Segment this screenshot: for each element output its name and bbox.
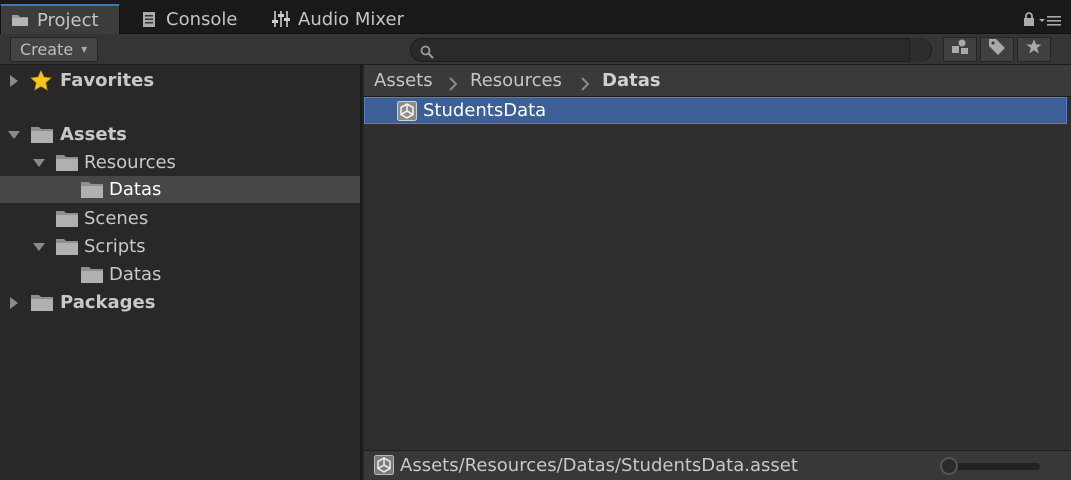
window-tab-bar: Project Console Audio Mixer [0,0,1071,34]
status-bar: Assets/Resources/Datas/StudentsData.asse… [364,450,1071,480]
tree-item-packages[interactable]: Packages [0,290,360,316]
folder-icon [80,180,104,199]
tree-item-label: Resources [84,152,176,173]
breadcrumb: Assets Resources Datas [364,65,1071,97]
expanded-arrow-icon[interactable] [32,156,46,170]
filter-by-label-icon [988,38,1006,61]
tree-item-scripts-datas[interactable]: Datas [0,262,360,288]
tab-label: Project [37,9,99,31]
expanded-arrow-icon[interactable] [32,240,46,254]
console-icon [140,10,158,28]
tree-item-label: Scripts [84,236,146,257]
chevron-right-icon [448,75,458,96]
folder-tree: Favorites Assets Resources Datas Scenes [0,65,362,480]
folder-icon [11,11,29,29]
breadcrumb-item-assets[interactable]: Assets [374,70,433,91]
search-field[interactable] [410,38,932,62]
filter-by-label-button[interactable] [980,37,1014,62]
dropdown-arrow-icon: ▼ [81,45,88,54]
asset-item-studentsdata[interactable]: StudentsData [364,97,1067,124]
folder-icon [55,209,79,228]
tree-item-label: Scenes [84,208,149,229]
asset-item-label: StudentsData [423,100,547,121]
collapsed-arrow-icon[interactable] [7,296,21,310]
star-icon [30,69,52,96]
lock-icon[interactable] [1023,10,1035,31]
filter-by-type-icon [951,39,969,60]
zoom-slider-handle[interactable] [940,457,958,475]
window-menu-icon[interactable] [1039,10,1061,31]
tab-label: Audio Mixer [298,8,404,30]
window-controls [1023,10,1061,31]
create-button[interactable]: Create ▼ [10,37,98,62]
folder-icon [80,265,104,284]
unity-asset-icon [397,101,417,126]
tree-item-label: Favorites [60,70,155,91]
tab-console[interactable]: Console [140,4,237,34]
tree-item-scenes[interactable]: Scenes [0,206,360,232]
selected-asset-path: Assets/Resources/Datas/StudentsData.asse… [400,455,798,476]
tree-item-scripts[interactable]: Scripts [0,234,360,260]
filter-by-type-button[interactable] [943,37,977,62]
expanded-arrow-icon[interactable] [7,128,21,142]
tree-item-label: Datas [109,264,162,285]
folder-icon [55,153,79,172]
asset-list-panel: Assets Resources Datas StudentsData [364,65,1071,450]
tab-label: Console [166,8,238,30]
tab-project[interactable]: Project [0,4,120,34]
tree-item-favorites[interactable]: Favorites [0,68,360,94]
search-icon [420,43,434,64]
tree-item-label: Packages [60,292,156,313]
favorite-button[interactable] [1017,37,1051,62]
project-toolbar: Create ▼ [0,34,1071,65]
search-cancel-button[interactable] [909,38,931,62]
mixer-icon [272,10,290,28]
folder-icon [55,237,79,256]
favorite-star-icon [1026,39,1042,60]
breadcrumb-item-datas[interactable]: Datas [602,70,661,91]
folder-icon [30,125,54,144]
tree-item-label: Assets [60,124,127,145]
tree-item-label: Datas [109,179,162,200]
unity-asset-icon [374,455,394,480]
tree-item-assets[interactable]: Assets [0,122,360,148]
create-button-label: Create [20,40,74,59]
collapsed-arrow-icon[interactable] [7,74,21,88]
folder-icon [30,293,54,312]
chevron-right-icon [580,75,590,96]
tree-item-resources[interactable]: Resources [0,150,360,176]
tree-item-resources-datas[interactable]: Datas [0,176,360,203]
breadcrumb-item-resources[interactable]: Resources [470,70,562,91]
tab-audio-mixer[interactable]: Audio Mixer [272,4,404,34]
